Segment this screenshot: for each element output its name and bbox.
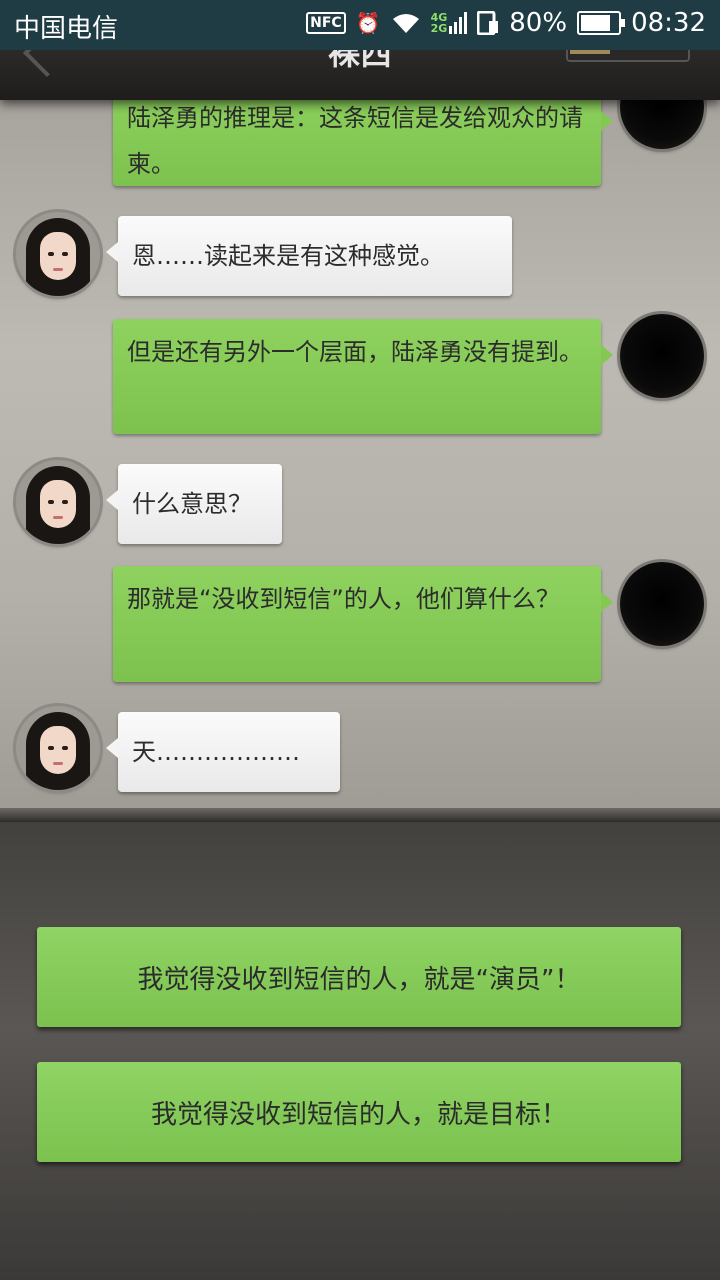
choice-button-actors[interactable]: 我觉得没收到短信的人，就是“演员”！ — [37, 927, 681, 1027]
choice-button-target[interactable]: 我觉得没收到短信的人，就是目标！ — [37, 1062, 681, 1162]
app-header: 裸西 — [0, 50, 720, 100]
signal-icon: 4G 2G — [431, 12, 468, 34]
network-2g-label: 2G — [430, 22, 448, 35]
status-icons: NFC ⏰ 4G 2G 80% 08:32 — [306, 8, 706, 38]
message-bubble-outgoing: 但是还有另外一个层面，陆泽勇没有提到。 — [113, 319, 613, 434]
battery-icon — [577, 11, 626, 35]
message-bubble-outgoing: 陆泽勇的推理是：这条短信是发给观众的请柬。 — [113, 100, 613, 186]
data-saver-icon — [477, 11, 499, 35]
nfc-icon: NFC — [306, 12, 346, 34]
contact-avatar — [16, 706, 100, 790]
message-bubble-incoming: 什么意思？ — [106, 464, 282, 544]
player-avatar — [620, 314, 704, 398]
message-bubble-outgoing: 那就是“没收到短信”的人，他们算什么？ — [113, 566, 613, 682]
clock: 08:32 — [631, 8, 706, 38]
carrier-label: 中国电信 — [14, 14, 119, 44]
wifi-icon — [391, 11, 421, 35]
alarm-icon: ⏰ — [355, 11, 381, 35]
message-bubble-incoming: 天……………… — [106, 712, 340, 792]
menu-button[interactable] — [566, 50, 690, 62]
status-bar: 中国电信 NFC ⏰ 4G 2G 80% 08:32 — [0, 0, 720, 50]
battery-percent: 80% — [509, 8, 568, 38]
chat-divider — [0, 808, 720, 822]
choice-panel — [0, 822, 720, 1280]
chat-area[interactable]: 陆泽勇的推理是：这条短信是发给观众的请柬。 恩……读起来是有这种感觉。 但是还有… — [0, 100, 720, 812]
player-avatar — [620, 562, 704, 646]
message-bubble-incoming: 恩……读起来是有这种感觉。 — [106, 216, 512, 296]
contact-avatar — [16, 460, 100, 544]
contact-avatar — [16, 212, 100, 296]
player-avatar — [620, 100, 704, 149]
